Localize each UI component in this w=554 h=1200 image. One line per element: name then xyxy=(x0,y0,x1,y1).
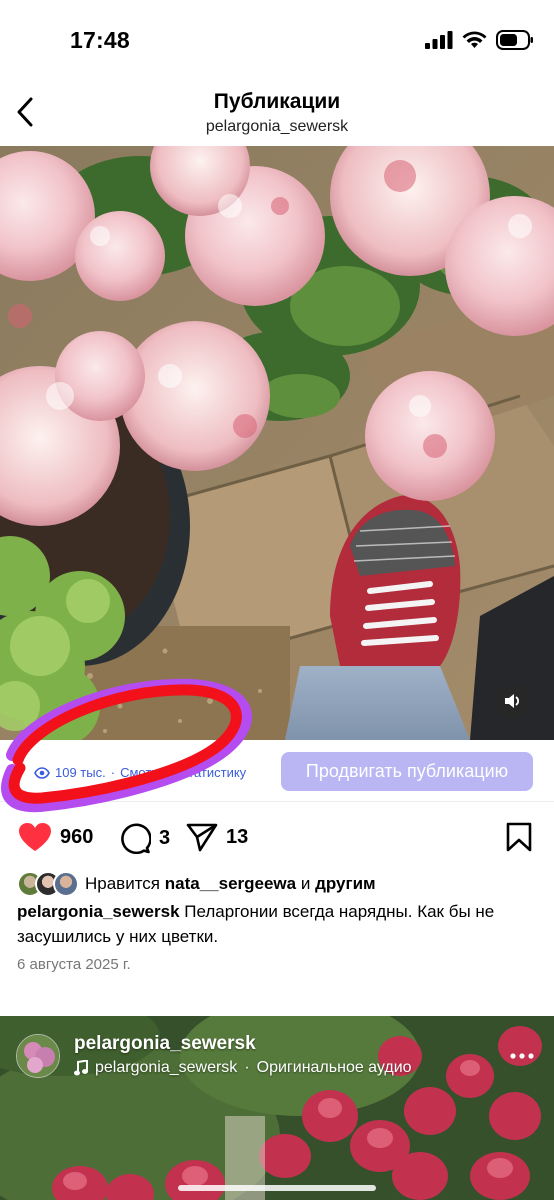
post-caption: pelargonia_sewersk Пеларгонии всегда нар… xyxy=(17,899,537,949)
page-title: Публикации xyxy=(213,90,341,113)
audio-user: pelargonia_sewersk xyxy=(95,1059,238,1076)
liker-avatars xyxy=(17,871,81,897)
heart-filled-icon xyxy=(19,823,51,851)
shares-count: 13 xyxy=(226,825,249,848)
view-insights-link[interactable]: 109 тыс. · Смотреть статистику xyxy=(34,765,246,780)
post-actions: 960 3 13 xyxy=(0,814,554,860)
save-button[interactable] xyxy=(506,822,532,857)
post-date: 6 августа 2025 г. xyxy=(17,956,131,973)
signal-icon xyxy=(425,31,453,49)
music-note-icon xyxy=(74,1060,88,1076)
next-post-header: pelargonia_sewersk pelargonia_sewersk · … xyxy=(16,1032,538,1082)
liker-avatar xyxy=(53,871,79,897)
status-icons xyxy=(425,30,534,50)
post-media[interactable] xyxy=(0,146,554,740)
status-time: 17:48 xyxy=(70,27,130,53)
send-icon xyxy=(186,823,218,852)
avatar-image xyxy=(17,1035,59,1077)
liked-by-prefix: Нравится xyxy=(85,874,161,893)
mute-toggle-button[interactable] xyxy=(496,684,530,718)
more-dots-icon xyxy=(510,1053,534,1059)
page-header: Публикации pelargonia_sewersk xyxy=(0,78,554,144)
liked-by-others[interactable]: другим xyxy=(315,874,376,894)
liked-by-conj: и xyxy=(300,874,311,893)
more-options-button[interactable] xyxy=(510,1046,534,1064)
status-bar: 17:48 xyxy=(0,0,554,78)
home-indicator xyxy=(178,1185,376,1191)
view-insights-label: Смотреть статистику xyxy=(120,765,247,780)
liked-by-user[interactable]: nata__sergeewa xyxy=(165,874,296,894)
caption-username[interactable]: pelargonia_sewersk xyxy=(17,902,180,921)
eye-icon xyxy=(34,766,50,779)
like-button[interactable]: 960 xyxy=(18,822,93,852)
likes-count: 960 xyxy=(60,825,94,848)
audio-separator: · xyxy=(244,1059,250,1076)
avatar[interactable] xyxy=(16,1034,60,1078)
battery-icon xyxy=(496,30,533,50)
bookmark-icon xyxy=(506,822,532,852)
share-button[interactable]: 13 xyxy=(186,822,248,852)
next-post[interactable]: pelargonia_sewersk pelargonia_sewersk · … xyxy=(0,1016,554,1200)
post-photo xyxy=(0,146,554,740)
comment-button[interactable]: 3 xyxy=(119,822,170,854)
insights-separator: · xyxy=(110,765,116,780)
promote-post-button[interactable]: Продвигать публикацию xyxy=(281,752,533,791)
audio-attribution[interactable]: pelargonia_sewersk · Оригинальное аудио xyxy=(74,1059,412,1077)
audio-label: Оригинальное аудио xyxy=(256,1059,412,1076)
views-count: 109 тыс. xyxy=(55,765,106,780)
next-post-username: pelargonia_sewersk xyxy=(74,1033,256,1054)
page-subtitle[interactable]: pelargonia_sewersk xyxy=(0,118,554,136)
liked-by[interactable]: Нравится nata__sergeewa и другим xyxy=(17,870,376,898)
speaker-icon xyxy=(505,694,520,708)
comment-icon xyxy=(121,823,151,854)
comments-count: 3 xyxy=(159,826,171,849)
insights-row: 109 тыс. · Смотреть статистику Продвигат… xyxy=(0,740,554,802)
wifi-icon xyxy=(462,31,487,48)
